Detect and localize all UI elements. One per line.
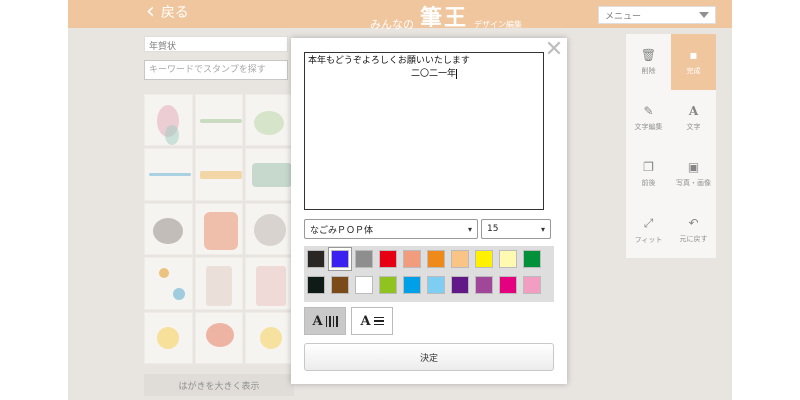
color-swatch[interactable]: [355, 250, 373, 268]
close-icon[interactable]: ✕: [543, 39, 565, 62]
text-line-1: 本年もどうぞよろしくお願いいたします: [308, 56, 470, 66]
color-swatch[interactable]: [355, 276, 373, 294]
color-swatch[interactable]: [307, 276, 325, 294]
font-select[interactable]: なごみＰＯＰ体 ▾: [304, 219, 478, 239]
horizontal-text-icon: A: [360, 313, 371, 329]
horizontal-lines-icon: [373, 316, 384, 326]
color-swatch[interactable]: [523, 276, 541, 294]
text-line-2-wrap: 二〇二一年: [308, 68, 540, 81]
color-swatch[interactable]: [427, 250, 445, 268]
color-swatch[interactable]: [427, 276, 445, 294]
color-swatch[interactable]: [475, 250, 493, 268]
color-swatch[interactable]: [331, 276, 349, 294]
vertical-text-icon: A: [312, 313, 323, 329]
color-swatch[interactable]: [499, 250, 517, 268]
vertical-lines-icon: [325, 315, 338, 327]
size-select-value: 15: [487, 224, 499, 234]
color-swatch[interactable]: [379, 250, 397, 268]
chevron-down-icon: ▾: [467, 224, 472, 234]
horizontal-text-button[interactable]: A: [351, 307, 393, 335]
size-select[interactable]: 15 ▾: [481, 219, 551, 239]
color-swatch[interactable]: [307, 250, 325, 268]
vertical-text-button[interactable]: A: [304, 307, 346, 335]
text-line-2: 二〇二一年: [411, 69, 457, 79]
color-swatch[interactable]: [451, 250, 469, 268]
color-swatch[interactable]: [379, 276, 397, 294]
font-select-value: なごみＰＯＰ体: [310, 225, 374, 236]
text-caret: [456, 68, 458, 79]
chevron-down-icon: ▾: [540, 224, 545, 234]
color-swatch[interactable]: [499, 276, 517, 294]
confirm-button[interactable]: 決定: [304, 343, 554, 371]
color-swatch[interactable]: [523, 250, 541, 268]
text-input-area[interactable]: 本年もどうぞよろしくお願いいたします 二〇二一年: [304, 52, 544, 210]
color-palette: [304, 246, 554, 302]
color-swatch[interactable]: [329, 248, 351, 270]
color-swatch[interactable]: [451, 276, 469, 294]
color-swatch[interactable]: [403, 250, 421, 268]
color-swatch[interactable]: [475, 276, 493, 294]
color-swatch[interactable]: [403, 276, 421, 294]
